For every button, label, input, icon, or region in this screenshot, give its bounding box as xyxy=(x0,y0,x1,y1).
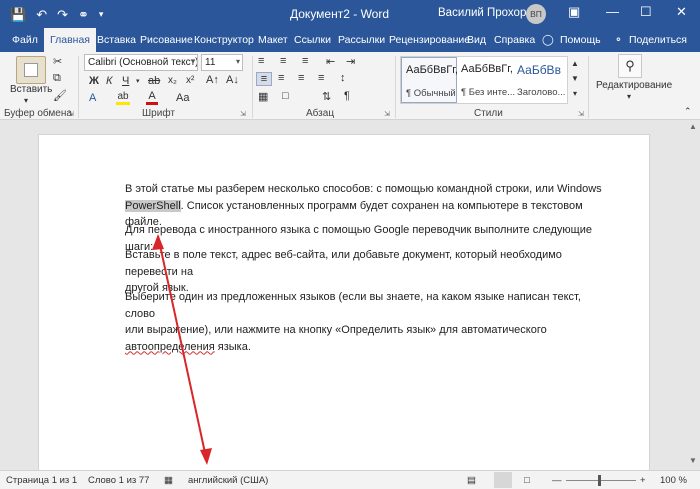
zoom-slider-thumb[interactable] xyxy=(598,475,601,486)
web-layout-icon[interactable]: □ xyxy=(524,475,530,486)
status-bar: Страница 1 из 1 Слово 1 из 77 ▦ английск… xyxy=(0,470,700,489)
scroll-down-icon[interactable]: ▼ xyxy=(689,456,697,465)
annotation-arrow xyxy=(152,234,212,465)
language-status[interactable]: английский (США) xyxy=(188,475,268,486)
zoom-out-icon[interactable]: — xyxy=(552,475,562,486)
proofing-icon[interactable]: ▦ xyxy=(164,475,173,486)
read-mode-icon[interactable]: ▤ xyxy=(467,475,476,486)
page-count[interactable]: Страница 1 из 1 xyxy=(6,475,77,486)
zoom-in-icon[interactable]: + xyxy=(640,475,646,486)
arrow-head-bottom xyxy=(200,448,212,465)
arrow-head-top xyxy=(152,234,164,250)
zoom-level[interactable]: 100 % xyxy=(660,475,687,486)
vertical-scrollbar[interactable]: ▲ ▼ xyxy=(686,120,700,470)
arrow-line xyxy=(157,235,208,463)
scroll-up-icon[interactable]: ▲ xyxy=(689,122,697,131)
print-layout-icon[interactable] xyxy=(494,472,512,488)
word-count[interactable]: Слово 1 из 77 xyxy=(88,475,149,486)
zoom-slider[interactable] xyxy=(566,480,636,481)
